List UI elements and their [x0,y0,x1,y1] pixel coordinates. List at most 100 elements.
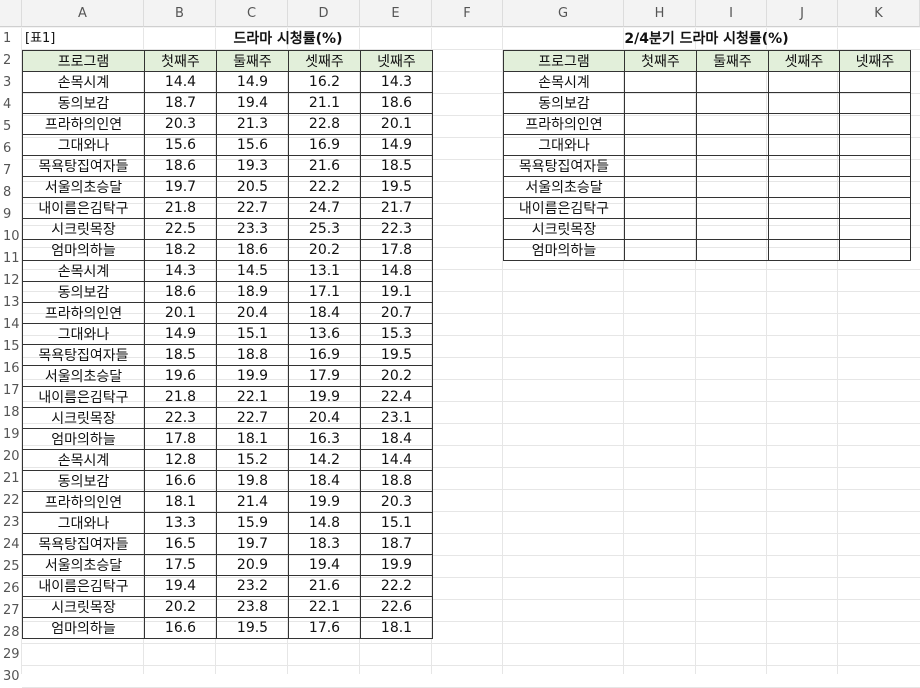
table1-cell[interactable]: 22.7 [216,197,289,219]
table1-cell[interactable]: 17.6 [288,617,361,639]
table2-cell[interactable] [768,92,840,114]
table2-cell[interactable]: 프라하의인연 [503,113,625,135]
table1-cell[interactable]: 14.5 [216,260,289,282]
table1-cell[interactable]: 21.7 [360,197,433,219]
table1-cell[interactable]: 시크릿목장 [22,407,145,429]
row-header-9[interactable]: 9 [0,204,22,226]
table1-cell[interactable]: 내이름은김탁구 [22,197,145,219]
table1-cell[interactable]: 15.9 [216,512,289,534]
table2-cell[interactable] [624,113,697,135]
row-header-3[interactable]: 3 [0,72,22,94]
table2-cell[interactable] [696,218,769,240]
table1-cell[interactable]: 18.1 [144,491,217,513]
table1-cell[interactable]: 22.2 [360,575,433,597]
table1-cell[interactable]: 19.6 [144,365,217,387]
table1-cell[interactable]: 17.8 [144,428,217,450]
table1-cell[interactable]: 목욕탕집여자들 [22,155,145,177]
table2-cell[interactable] [839,155,911,177]
table2-cell[interactable] [624,176,697,198]
table1-cell[interactable]: 23.3 [216,218,289,240]
table1-cell[interactable]: 19.5 [216,617,289,639]
column-header-e[interactable]: E [360,0,432,27]
row-header-22[interactable]: 22 [0,490,22,512]
table1-cell[interactable]: 17.1 [288,281,361,303]
table1-cell[interactable]: 20.2 [144,596,217,618]
table1-cell[interactable]: 18.4 [360,428,433,450]
table1-cell[interactable]: 21.1 [288,92,361,114]
table2-header-cell[interactable]: 둘째주 [696,50,769,72]
table2-header-cell[interactable]: 넷째주 [839,50,911,72]
table2-cell[interactable] [624,239,697,261]
table2-cell[interactable] [624,197,697,219]
column-header-k[interactable]: K [838,0,920,27]
table2-cell[interactable] [624,155,697,177]
table2-cell[interactable]: 시크릿목장 [503,218,625,240]
table2-cell[interactable] [768,218,840,240]
table2-cell[interactable]: 엄마의하늘 [503,239,625,261]
table1-cell[interactable]: 15.3 [360,323,433,345]
table1-cell[interactable]: 18.6 [360,92,433,114]
table1-header-cell[interactable]: 셋째주 [288,50,361,72]
table1-cell[interactable]: 19.8 [216,470,289,492]
column-header-c[interactable]: C [216,0,288,27]
table1-cell[interactable]: 19.9 [288,386,361,408]
table1-cell[interactable]: 19.5 [360,344,433,366]
table1-cell[interactable]: 18.5 [360,155,433,177]
table2-cell[interactable] [768,155,840,177]
table1-cell[interactable]: 20.1 [144,302,217,324]
table1-cell[interactable]: 18.7 [144,92,217,114]
table1-cell[interactable]: 20.9 [216,554,289,576]
table1-cell[interactable]: 17.8 [360,239,433,261]
table1-cell[interactable]: 13.6 [288,323,361,345]
table1-cell[interactable]: 22.1 [288,596,361,618]
table1-cell[interactable]: 20.2 [360,365,433,387]
table2-cell[interactable] [768,134,840,156]
table1-cell[interactable]: 서울의초승달 [22,176,145,198]
table1-cell[interactable]: 14.4 [360,449,433,471]
table1-cell[interactable]: 그대와나 [22,134,145,156]
table1-header-cell[interactable]: 첫째주 [144,50,217,72]
table1-cell[interactable]: 16.2 [288,71,361,93]
table1-cell[interactable]: 18.1 [360,617,433,639]
table1-cell[interactable]: 동의보감 [22,281,145,303]
table1-cell[interactable]: 16.5 [144,533,217,555]
table1-cell[interactable]: 22.3 [360,218,433,240]
table1-cell[interactable]: 14.9 [144,323,217,345]
table2-cell[interactable] [624,134,697,156]
row-header-15[interactable]: 15 [0,336,22,358]
table1-cell[interactable]: 12.8 [144,449,217,471]
table1-cell[interactable]: 13.1 [288,260,361,282]
row-header-13[interactable]: 13 [0,292,22,314]
table1-label[interactable]: [표1] [25,28,55,50]
table2-cell[interactable]: 목욕탕집여자들 [503,155,625,177]
table2-cell[interactable] [768,239,840,261]
table2-header-cell[interactable]: 프로그램 [503,50,625,72]
table1-cell[interactable]: 21.8 [144,197,217,219]
table1-cell[interactable]: 16.6 [144,470,217,492]
table2-cell[interactable] [839,134,911,156]
row-header-20[interactable]: 20 [0,446,22,468]
table2-title[interactable]: 2/4분기 드라마 시청률(%) [503,28,910,50]
table1-cell[interactable]: 그대와나 [22,323,145,345]
table1-cell[interactable]: 24.7 [288,197,361,219]
row-header-8[interactable]: 8 [0,182,22,204]
table2-cell[interactable] [839,239,911,261]
table1-cell[interactable]: 손목시계 [22,260,145,282]
table2-cell[interactable]: 서울의초승달 [503,176,625,198]
table2-cell[interactable] [768,176,840,198]
table1-cell[interactable]: 19.9 [360,554,433,576]
table2-cell[interactable] [696,239,769,261]
column-header-f[interactable]: F [432,0,503,27]
table1-title[interactable]: 드라마 시청률(%) [144,28,432,50]
table1-cell[interactable]: 15.6 [144,134,217,156]
table1-cell[interactable]: 그대와나 [22,512,145,534]
table1-cell[interactable]: 16.9 [288,344,361,366]
table1-cell[interactable]: 18.2 [144,239,217,261]
row-header-17[interactable]: 17 [0,380,22,402]
table2-header-cell[interactable]: 첫째주 [624,50,697,72]
table2-cell[interactable] [624,218,697,240]
row-header-18[interactable]: 18 [0,402,22,424]
table1-cell[interactable]: 14.9 [216,71,289,93]
table1-cell[interactable]: 20.3 [144,113,217,135]
table1-cell[interactable]: 21.8 [144,386,217,408]
